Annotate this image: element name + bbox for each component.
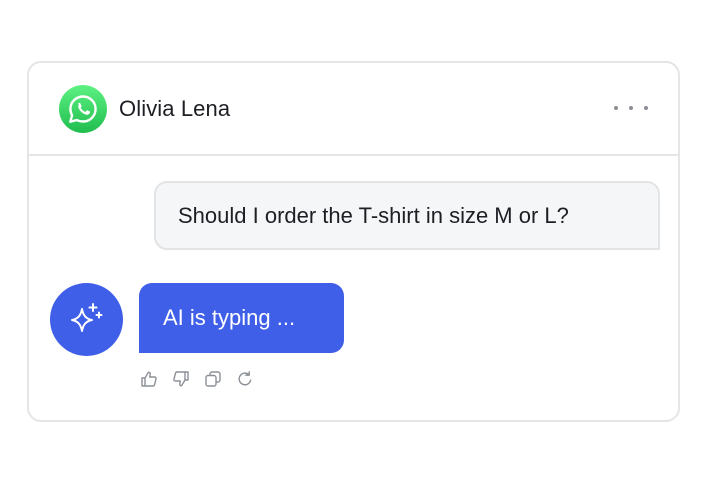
thumbs-up-icon bbox=[141, 371, 157, 387]
regenerate-button[interactable] bbox=[235, 369, 255, 389]
ai-avatar bbox=[50, 283, 123, 356]
sparkles-icon bbox=[70, 302, 102, 332]
copy-button[interactable] bbox=[203, 369, 223, 389]
user-message-text: Should I order the T-shirt in size M or … bbox=[178, 202, 569, 228]
whatsapp-icon bbox=[59, 85, 107, 133]
like-button[interactable] bbox=[139, 369, 159, 389]
more-options-button[interactable] bbox=[614, 97, 648, 119]
dislike-button[interactable] bbox=[171, 369, 191, 389]
more-horizontal-icon bbox=[614, 106, 618, 110]
ai-message-bubble: AI is typing ... bbox=[139, 283, 344, 353]
ai-message-text: AI is typing ... bbox=[163, 305, 296, 330]
contact-name: Olivia Lena bbox=[119, 96, 231, 121]
thumbs-down-icon bbox=[173, 371, 189, 387]
chat-header: Olivia Lena bbox=[29, 63, 678, 156]
copy-icon bbox=[205, 371, 221, 387]
chat-card: Olivia Lena Should I order the T-shirt i… bbox=[27, 61, 680, 422]
refresh-icon bbox=[238, 371, 252, 386]
message-actions bbox=[139, 369, 255, 389]
user-message-bubble: Should I order the T-shirt in size M or … bbox=[154, 181, 660, 250]
